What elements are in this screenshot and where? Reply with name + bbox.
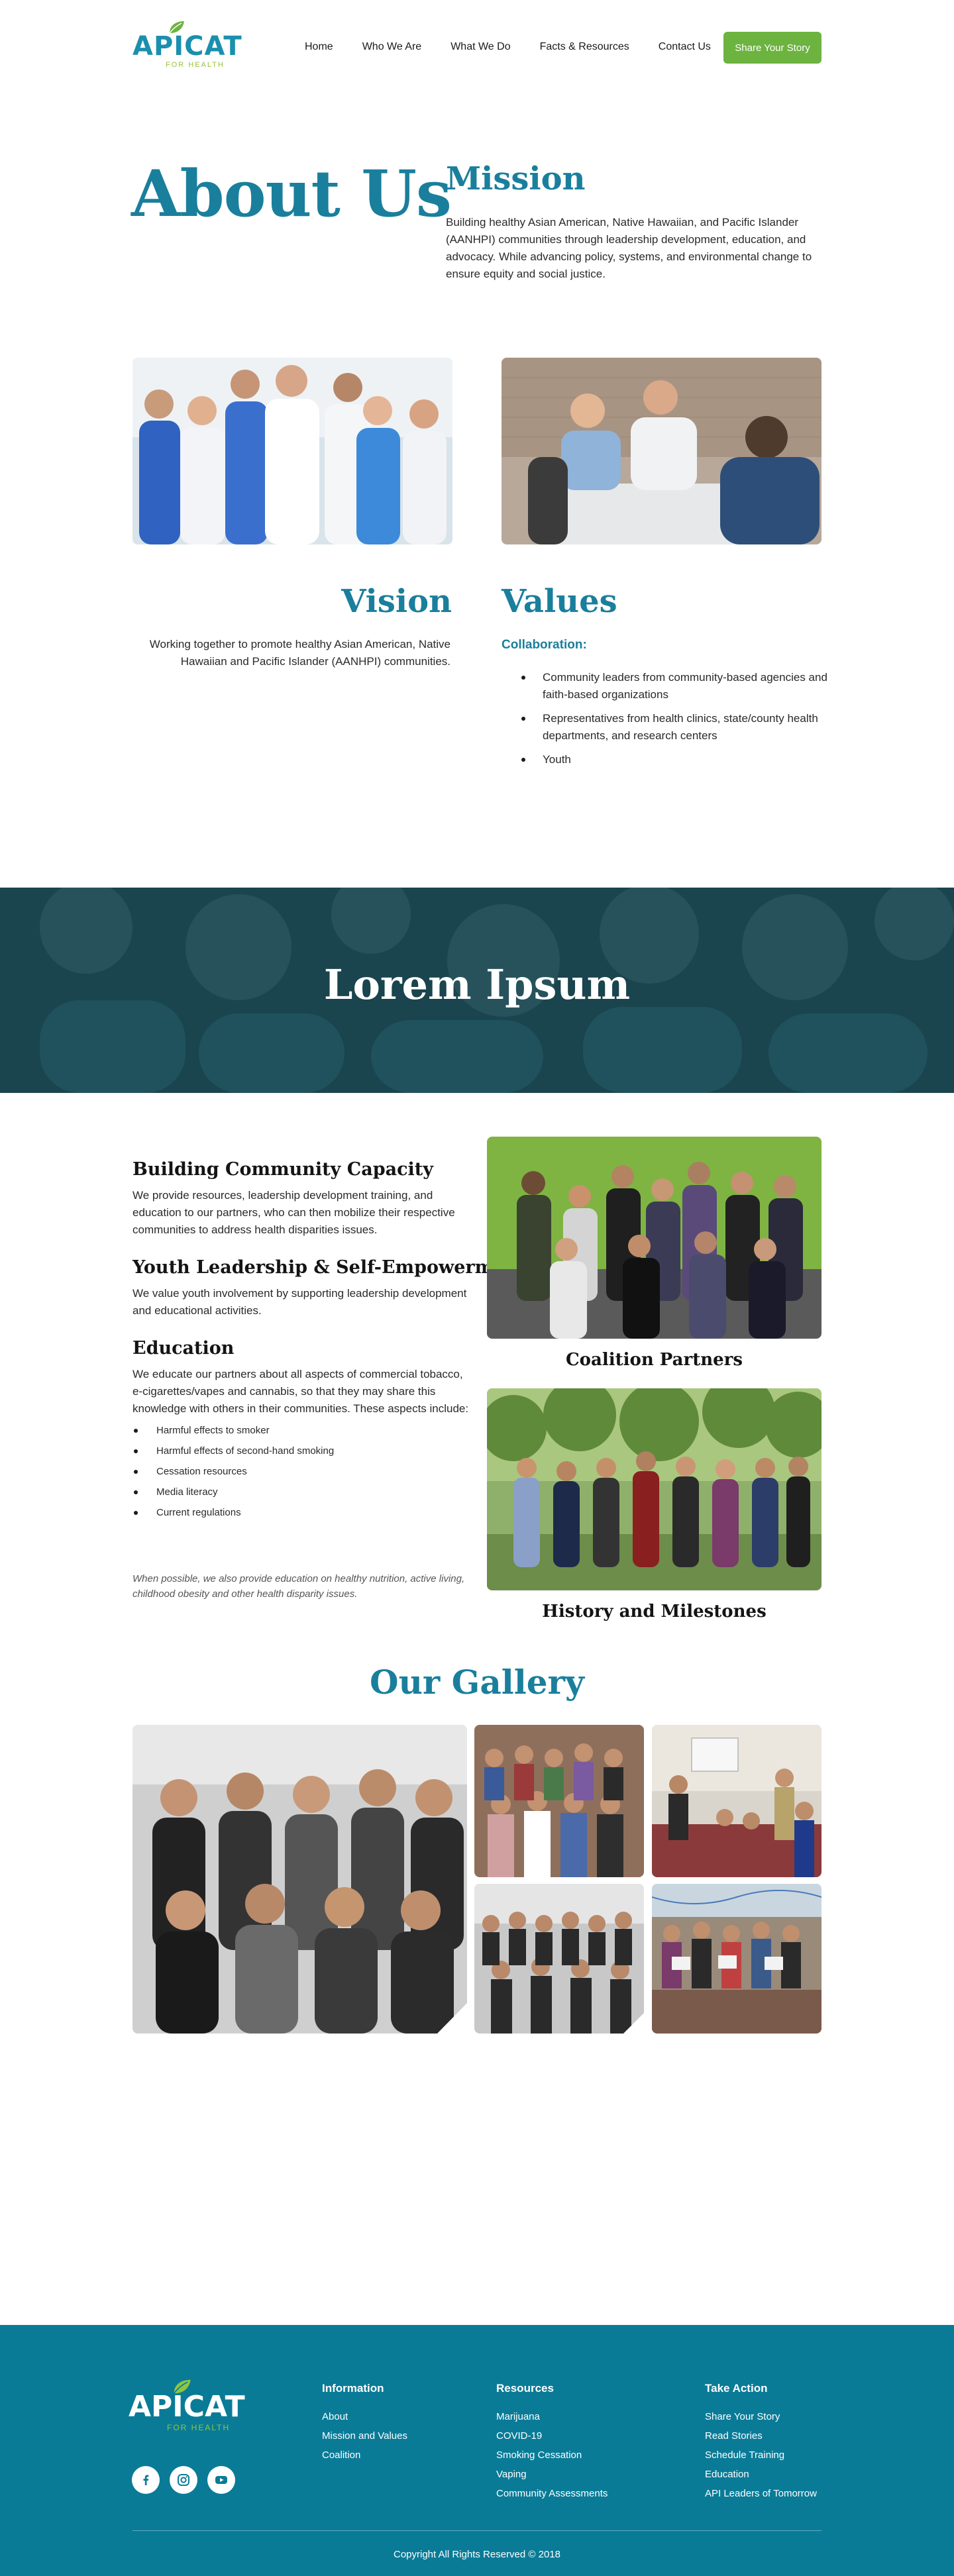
- footer-link-mission-values[interactable]: Mission and Values: [322, 2426, 407, 2446]
- footer-link-schedule-training[interactable]: Schedule Training: [705, 2446, 817, 2465]
- about-section: About Us Mission Building healthy Asian …: [0, 99, 954, 358]
- logo-wordmark: APICAT: [132, 31, 242, 62]
- footer-link-about[interactable]: About: [322, 2407, 407, 2426]
- footer-link-read-stories[interactable]: Read Stories: [705, 2426, 817, 2446]
- medical-team-photo: [132, 358, 452, 544]
- list-item: Current regulations: [132, 1506, 334, 1520]
- list-item: Youth: [502, 751, 833, 768]
- mission-heading: Mission: [446, 160, 586, 197]
- education-list: Harmful effects to smoker Harmful effect…: [132, 1424, 334, 1527]
- page-title: About Us: [131, 156, 452, 231]
- gallery-title: Our Gallery: [370, 1663, 584, 1702]
- nav-what-we-do[interactable]: What We Do: [450, 41, 510, 53]
- mission-text: Building healthy Asian American, Native …: [446, 216, 812, 280]
- gallery-image-5[interactable]: [652, 1884, 822, 2034]
- values-heading: Values: [502, 583, 617, 620]
- values-list: Community leaders from community-based a…: [502, 669, 833, 775]
- footer-col-information: Information About Mission and Values Coa…: [322, 2382, 407, 2465]
- footer-link-vaping[interactable]: Vaping: [496, 2465, 608, 2484]
- list-item: Harmful effects of second-hand smoking: [132, 1445, 334, 1458]
- footer-link-covid[interactable]: COVID-19: [496, 2426, 608, 2446]
- nav-contact-us[interactable]: Contact Us: [659, 41, 711, 53]
- main-nav: Home Who We Are What We Do Facts & Resou…: [305, 41, 740, 53]
- footer-link-education[interactable]: Education: [705, 2465, 817, 2484]
- history-milestones-photo[interactable]: [487, 1388, 822, 1590]
- vision-text: Working together to promote healthy Asia…: [149, 638, 450, 668]
- footer-col-take-action: Take Action Share Your Story Read Storie…: [705, 2382, 817, 2503]
- facebook-icon: [143, 2475, 149, 2485]
- facebook-button[interactable]: [132, 2466, 160, 2494]
- nav-facts-resources[interactable]: Facts & Resources: [540, 41, 629, 53]
- logo-tagline: FOR HEALTH: [166, 61, 225, 69]
- youth-heading: Youth Leadership & Self-Empowerment: [132, 1257, 527, 1278]
- vision-heading: Vision: [341, 583, 452, 620]
- list-item: Representatives from health clinics, sta…: [502, 710, 833, 745]
- gallery-image-2[interactable]: [474, 1725, 644, 1877]
- list-item: Media literacy: [132, 1486, 334, 1499]
- copyright-text: Copyright All Rights Reserved © 2018: [393, 2549, 560, 2560]
- site-footer: APICAT FOR HEALTH Information About Miss…: [0, 2325, 954, 2576]
- footer-logo-wordmark: APICAT: [129, 2390, 245, 2424]
- youth-text: We value youth involvement by supporting…: [132, 1287, 467, 1317]
- gallery-image-1[interactable]: [132, 1725, 467, 2034]
- gallery-section: Our Gallery: [0, 1663, 954, 2325]
- values-subheading: Collaboration:: [502, 638, 587, 652]
- footer-link-coalition[interactable]: Coalition: [322, 2446, 407, 2465]
- footer-divider: [132, 2530, 822, 2531]
- hero-banner: Lorem Ipsum: [0, 888, 954, 1093]
- programs-section: Building Community Capacity We provide r…: [0, 1093, 954, 1663]
- youtube-icon: [215, 2476, 227, 2484]
- vision-values-section: Vision Working together to promote healt…: [0, 358, 954, 888]
- footer-logo-tagline: FOR HEALTH: [167, 2423, 231, 2432]
- footer-col-title: Resources: [496, 2382, 554, 2395]
- youtube-button[interactable]: [207, 2466, 235, 2494]
- nav-home[interactable]: Home: [305, 41, 333, 53]
- footer-link-marijuana[interactable]: Marijuana: [496, 2407, 608, 2426]
- coalition-partners-photo[interactable]: [487, 1137, 822, 1339]
- coalition-partners-caption[interactable]: Coalition Partners: [487, 1350, 822, 1370]
- footer-col-title: Take Action: [705, 2382, 768, 2395]
- banner-title: Lorem Ipsum: [323, 960, 631, 1009]
- footer-link-community-assessments[interactable]: Community Assessments: [496, 2484, 608, 2503]
- share-your-story-button[interactable]: Share Your Story: [723, 32, 822, 64]
- footer-link-smoking-cessation[interactable]: Smoking Cessation: [496, 2446, 608, 2465]
- nav-who-we-are[interactable]: Who We Are: [362, 41, 422, 53]
- education-note: When possible, we also provide education…: [132, 1573, 465, 1600]
- footer-link-api-leaders[interactable]: API Leaders of Tomorrow: [705, 2484, 817, 2503]
- footer-col-resources: Resources Marijuana COVID-19 Smoking Ces…: [496, 2382, 608, 2503]
- instagram-button[interactable]: [170, 2466, 197, 2494]
- history-milestones-caption[interactable]: History and Milestones: [487, 1602, 822, 1622]
- capacity-heading: Building Community Capacity: [132, 1159, 433, 1180]
- list-item: Community leaders from community-based a…: [502, 669, 833, 703]
- list-item: Cessation resources: [132, 1465, 334, 1478]
- logo[interactable]: APICAT FOR HEALTH: [132, 20, 242, 70]
- education-text: We educate our partners about all aspect…: [132, 1368, 469, 1415]
- education-heading: Education: [132, 1338, 235, 1359]
- instagram-icon: [178, 2474, 189, 2486]
- footer-col-title: Information: [322, 2382, 384, 2395]
- capacity-text: We provide resources, leadership develop…: [132, 1189, 455, 1236]
- footer-logo[interactable]: APICAT FOR HEALTH: [129, 2378, 248, 2438]
- consultation-photo: [502, 358, 822, 544]
- gallery-image-4[interactable]: [474, 1884, 644, 2034]
- gallery-image-3[interactable]: [652, 1725, 822, 1877]
- list-item: Harmful effects to smoker: [132, 1424, 334, 1437]
- footer-link-share-story[interactable]: Share Your Story: [705, 2407, 817, 2426]
- site-header: APICAT FOR HEALTH Home Who We Are What W…: [0, 0, 954, 99]
